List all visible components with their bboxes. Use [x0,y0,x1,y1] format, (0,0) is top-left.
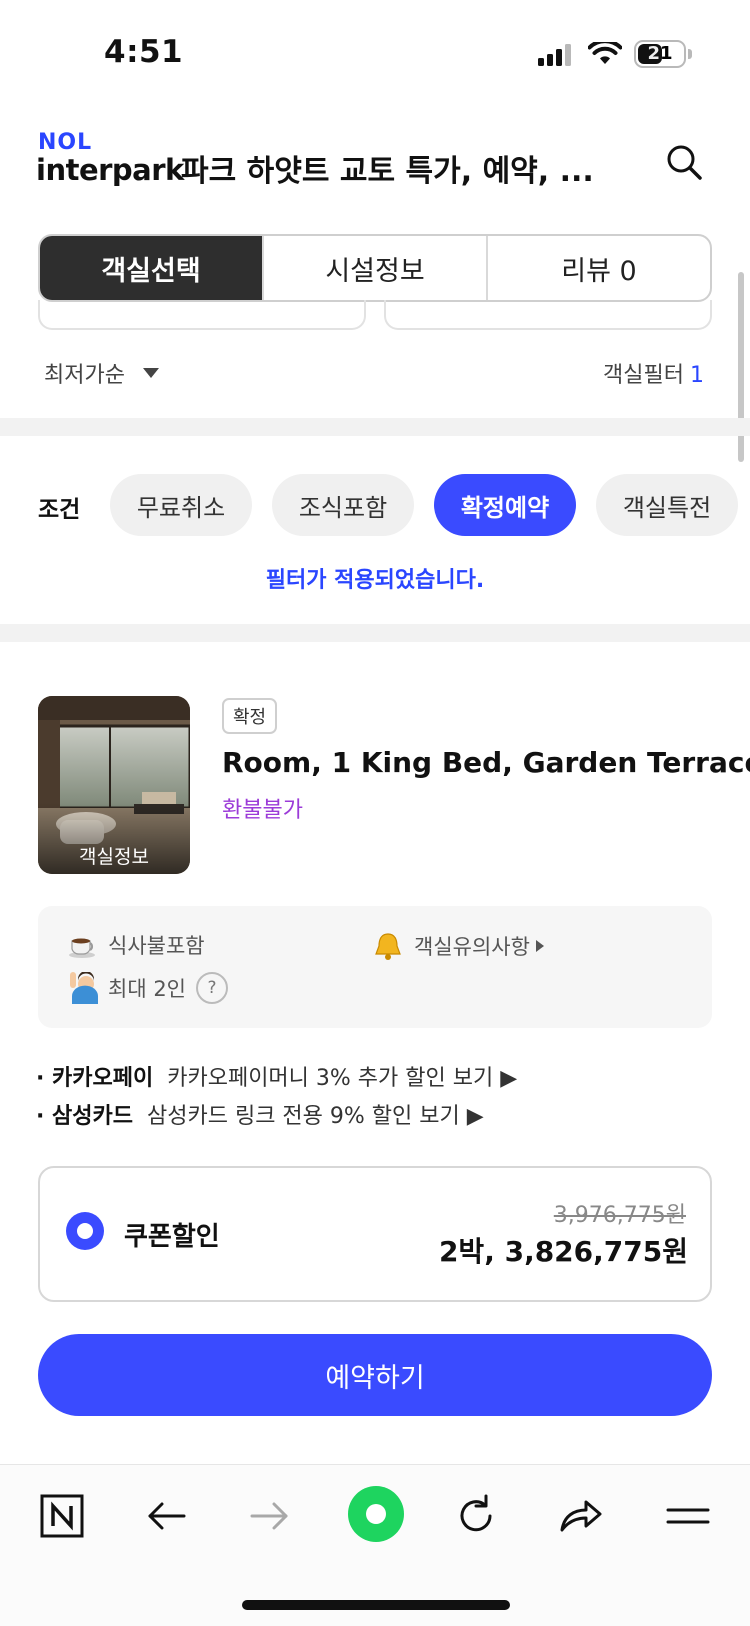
status-time: 4:51 [104,34,184,70]
battery-level: 21 [647,43,673,64]
confirmed-badge: 확정 [222,698,278,734]
book-button[interactable]: 예약하기 [38,1334,712,1416]
refresh-icon[interactable] [452,1492,500,1540]
room-info-box [38,906,712,1028]
chip-room-perks[interactable]: 객실특전 [596,474,738,536]
battery-cap [688,49,692,59]
chip-free-cancel[interactable]: 무료취소 [110,474,252,536]
back-arrow-icon[interactable] [142,1492,190,1540]
section-divider [0,624,750,642]
logo-interpark[interactable]: interpark [36,153,184,187]
help-icon[interactable]: ? [196,972,228,1004]
forward-arrow-icon[interactable] [246,1492,294,1540]
chevron-down-icon[interactable] [143,368,159,378]
section-divider [0,418,750,436]
search-icon[interactable] [664,142,704,182]
promo-samsungcard-label: 삼성카드 [52,1104,133,1129]
wifi-icon [588,42,622,64]
promo-kakaopay-label: 카카오페이 [52,1066,154,1091]
max-guests-text: 최대 2인 [108,977,186,1001]
promo-samsungcard[interactable]: · 삼성카드 삼성카드 링크 전용 9% 할인 보기 ▶ [36,1098,484,1130]
tab-reviews[interactable]: 리뷰 0 [486,236,710,300]
guest-selector-edge[interactable] [384,300,712,330]
guest-info: 최대 2인 ? [68,972,228,1004]
promo-kakaopay-name: · 카카오페이 [36,1066,154,1091]
coupon-radio[interactable] [66,1212,104,1250]
room-filter-button[interactable]: 객실필터 1 [603,357,704,389]
chip-confirmed[interactable]: 확정예약 [434,474,576,536]
menu-icon[interactable] [664,1492,712,1540]
share-icon[interactable] [556,1492,604,1540]
triangle-right-icon [535,940,544,952]
room-info-caption[interactable]: 객실정보 [38,842,190,869]
refund-policy: 환불불가 [222,798,303,823]
page-title: 파크 하얏트 교토 특가, 예약, ... [181,154,594,189]
meal-info: 식사불포함 [68,930,205,960]
battery-icon: 21 [634,40,686,68]
final-price: 2박, 3,826,775원 [438,1235,688,1268]
coffee-icon [69,938,95,958]
promo-kakaopay[interactable]: · 카카오페이 카카오페이머니 3% 추가 할인 보기 ▶ [36,1060,517,1092]
promo-samsungcard-name: · 삼성카드 [36,1104,133,1129]
conditions-label: 조건 [38,497,81,523]
original-price: 3,976,775원 [553,1203,686,1228]
room-name[interactable]: Room, 1 King Bed, Garden Terrace [222,746,750,779]
filter-applied-message: 필터가 적용되었습니다. [265,568,485,593]
meal-text: 식사불포함 [108,934,205,958]
home-indicator[interactable] [242,1600,510,1610]
room-notice-link[interactable]: 객실유의사항 [372,930,544,962]
tab-bar: 객실선택 시설정보 리뷰 0 [38,234,712,302]
promo-samsungcard-text: 삼성카드 링크 전용 9% 할인 보기 ▶ [147,1104,484,1129]
date-selector-edge[interactable] [38,300,366,330]
chip-breakfast[interactable]: 조식포함 [272,474,414,536]
coupon-label: 쿠폰할인 [124,1222,220,1252]
room-filter-count: 1 [690,363,704,388]
room-filter-label: 객실필터 [603,363,684,388]
green-dot-icon[interactable] [344,1482,408,1546]
tab-room-select[interactable]: 객실선택 [40,236,262,300]
promo-kakaopay-text: 카카오페이머니 3% 추가 할인 보기 ▶ [167,1066,518,1091]
person-raising-hand-icon [70,972,98,1004]
tab-facility-info[interactable]: 시설정보 [262,236,486,300]
bell-icon [375,933,401,960]
room-notice-text: 객실유의사항 [414,935,530,959]
signal-icon [538,44,571,66]
naver-icon[interactable] [38,1492,86,1540]
sort-dropdown[interactable]: 최저가순 [44,357,125,389]
logo-nol[interactable]: NOL [38,130,92,155]
